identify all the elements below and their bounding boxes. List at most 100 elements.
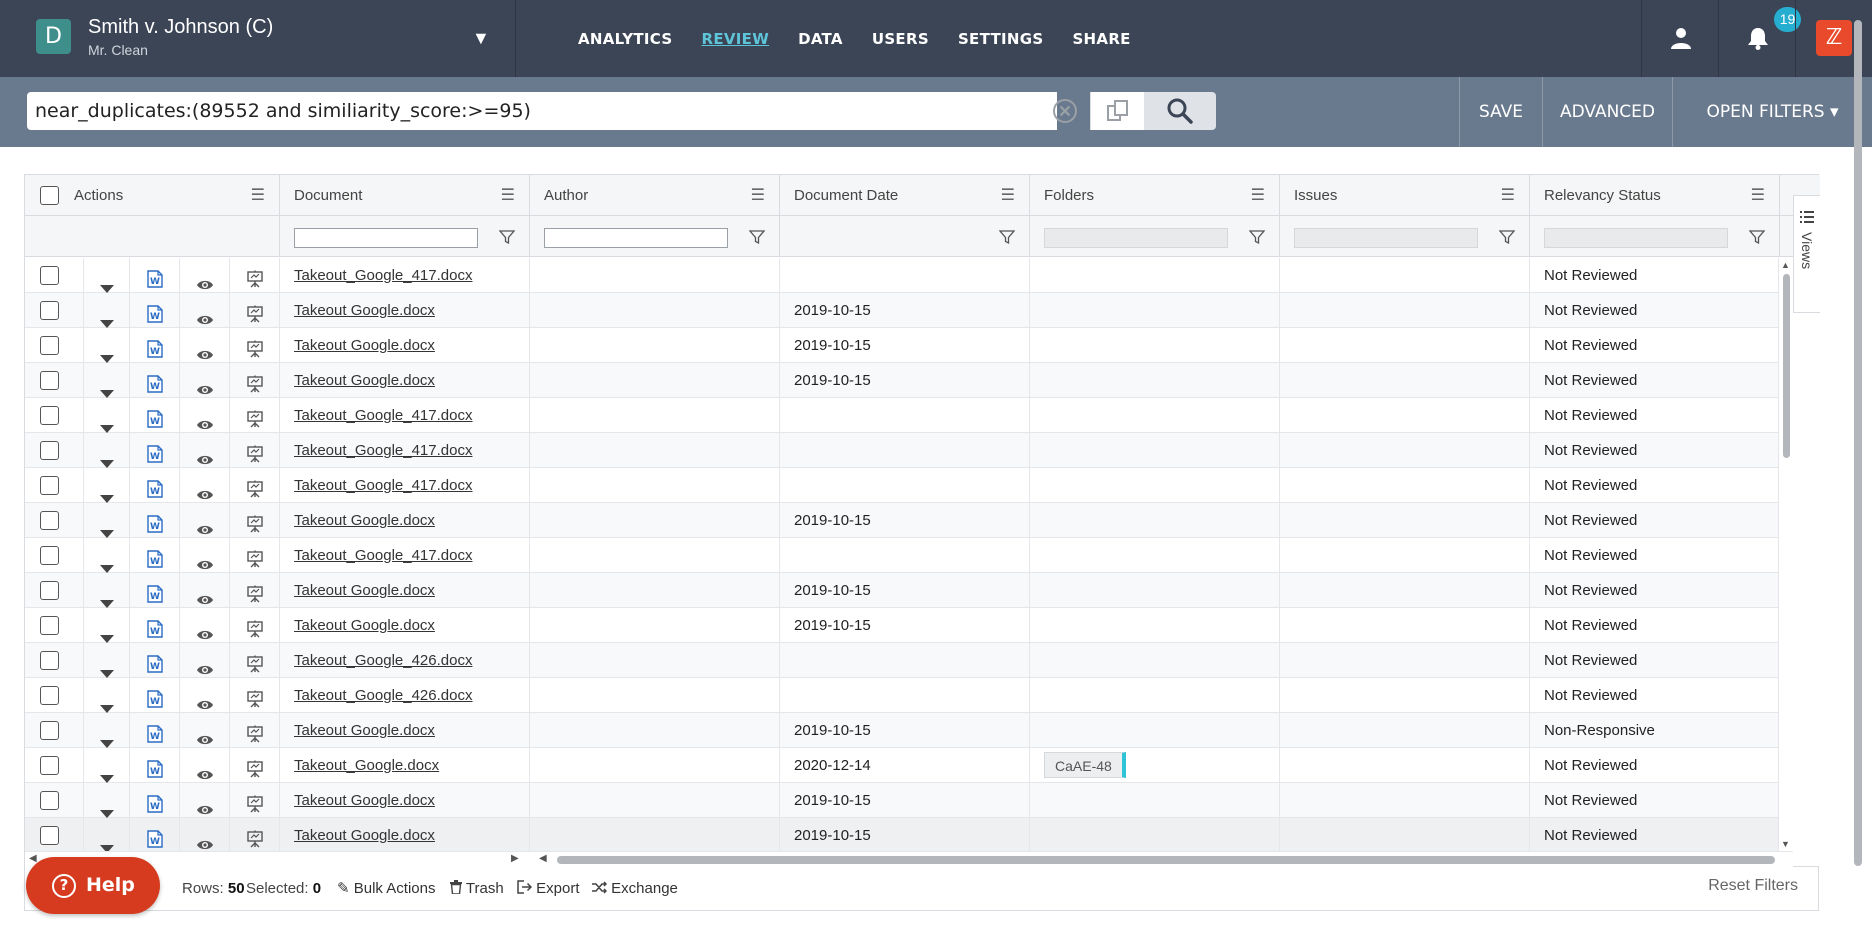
row-actions-dropdown[interactable] xyxy=(84,748,130,783)
present-document-button[interactable] xyxy=(230,258,280,293)
row-actions-dropdown[interactable] xyxy=(84,363,130,398)
column-menu-icon[interactable]: ☰ xyxy=(501,175,515,216)
document-link[interactable]: Takeout Google.docx xyxy=(294,372,435,389)
bulk-actions-button[interactable]: ✎ Bulk Actions xyxy=(337,867,435,911)
row-checkbox[interactable] xyxy=(40,301,59,320)
present-document-button[interactable] xyxy=(230,783,280,818)
document-link[interactable]: Takeout_Google_417.docx xyxy=(294,442,472,459)
nav-users[interactable]: USERS xyxy=(872,30,929,48)
document-link[interactable]: Takeout_Google_417.docx xyxy=(294,407,472,424)
help-button[interactable]: ? Help xyxy=(26,857,160,914)
copy-query-button[interactable] xyxy=(1090,92,1144,130)
row-actions-dropdown[interactable] xyxy=(84,328,130,363)
row-checkbox[interactable] xyxy=(40,651,59,670)
case-dropdown-caret-icon[interactable]: ▼ xyxy=(472,28,490,49)
trash-button[interactable]: Trash xyxy=(450,867,504,911)
table-row[interactable]: W Takeout_Google_417.docx Not Reviewed xyxy=(25,468,1779,503)
open-native-button[interactable]: W xyxy=(130,293,180,328)
present-document-button[interactable] xyxy=(230,643,280,678)
row-actions-dropdown[interactable] xyxy=(84,783,130,818)
row-checkbox[interactable] xyxy=(40,266,59,285)
scroll-left-icon[interactable]: ◀ xyxy=(539,853,547,864)
present-document-button[interactable] xyxy=(230,713,280,748)
present-document-button[interactable] xyxy=(230,328,280,363)
view-document-button[interactable] xyxy=(180,433,230,468)
table-row[interactable]: W Takeout Google.docx 2019-10-15 Not Review… xyxy=(25,573,1779,608)
row-checkbox[interactable] xyxy=(40,826,59,845)
view-document-button[interactable] xyxy=(180,678,230,713)
row-checkbox[interactable] xyxy=(40,511,59,530)
open-native-button[interactable]: W xyxy=(130,818,180,851)
view-document-button[interactable] xyxy=(180,643,230,678)
row-actions-dropdown[interactable] xyxy=(84,433,130,468)
document-column-header[interactable]: Document ☰ xyxy=(280,175,530,216)
views-panel-tab[interactable]: Views xyxy=(1793,195,1820,313)
row-checkbox[interactable] xyxy=(40,336,59,355)
table-row[interactable]: W Takeout Google.docx 2019-10-15 Not Review… xyxy=(25,503,1779,538)
view-document-button[interactable] xyxy=(180,608,230,643)
open-native-button[interactable]: W xyxy=(130,363,180,398)
open-native-button[interactable]: W xyxy=(130,678,180,713)
folder-tag[interactable]: CaAE-48 xyxy=(1044,752,1126,778)
view-document-button[interactable] xyxy=(180,398,230,433)
open-native-button[interactable]: W xyxy=(130,713,180,748)
case-selector[interactable]: D Smith v. Johnson (C) Mr. Clean ▼ xyxy=(0,0,516,77)
search-input[interactable]: near_duplicates:(89552 and similiarity_s… xyxy=(27,92,1057,130)
nav-review[interactable]: REVIEW xyxy=(701,30,769,48)
export-button[interactable]: Export xyxy=(517,867,580,911)
document-filter-input[interactable] xyxy=(294,228,478,248)
row-actions-dropdown[interactable] xyxy=(84,538,130,573)
column-menu-icon[interactable]: ☰ xyxy=(1001,175,1015,216)
document-link[interactable]: Takeout_Google_426.docx xyxy=(294,652,472,669)
advanced-search-button[interactable]: ADVANCED xyxy=(1542,77,1672,147)
user-profile-button[interactable] xyxy=(1641,0,1718,77)
table-row[interactable]: W Takeout_Google.docx 2020-12-14 CaAE-48 Not… xyxy=(25,748,1779,783)
document-link[interactable]: Takeout_Google_426.docx xyxy=(294,687,472,704)
open-native-button[interactable]: W xyxy=(130,258,180,293)
row-checkbox[interactable] xyxy=(40,581,59,600)
document-date-column-header[interactable]: Document Date ☰ xyxy=(780,175,1030,216)
folders-column-header[interactable]: Folders ☰ xyxy=(1030,175,1280,216)
row-checkbox[interactable] xyxy=(40,441,59,460)
page-scrollbar[interactable] xyxy=(1854,20,1862,866)
open-native-button[interactable]: W xyxy=(130,328,180,363)
open-native-button[interactable]: W xyxy=(130,643,180,678)
open-native-button[interactable]: W xyxy=(130,468,180,503)
column-menu-icon[interactable]: ☰ xyxy=(1501,175,1515,216)
open-native-button[interactable]: W xyxy=(130,608,180,643)
row-actions-dropdown[interactable] xyxy=(84,293,130,328)
issues-column-header[interactable]: Issues ☰ xyxy=(1280,175,1530,216)
author-column-header[interactable]: Author ☰ xyxy=(530,175,780,216)
row-actions-dropdown[interactable] xyxy=(84,678,130,713)
view-document-button[interactable] xyxy=(180,293,230,328)
table-row[interactable]: W Takeout_Google_426.docx Not Reviewed xyxy=(25,643,1779,678)
present-document-button[interactable] xyxy=(230,293,280,328)
open-native-button[interactable]: W xyxy=(130,748,180,783)
present-document-button[interactable] xyxy=(230,503,280,538)
view-document-button[interactable] xyxy=(180,538,230,573)
table-row[interactable]: W Takeout Google.docx 2019-10-15 Not Review… xyxy=(25,783,1779,818)
row-checkbox[interactable] xyxy=(40,756,59,775)
document-link[interactable]: Takeout Google.docx xyxy=(294,582,435,599)
column-menu-icon[interactable]: ☰ xyxy=(751,175,765,216)
view-document-button[interactable] xyxy=(180,363,230,398)
table-row[interactable]: W Takeout_Google_417.docx Not Reviewed xyxy=(25,258,1779,293)
document-link[interactable]: Takeout Google.docx xyxy=(294,792,435,809)
filter-icon[interactable] xyxy=(1749,229,1765,245)
document-link[interactable]: Takeout_Google.docx xyxy=(294,757,439,774)
column-menu-icon[interactable]: ☰ xyxy=(251,175,265,216)
present-document-button[interactable] xyxy=(230,468,280,503)
document-link[interactable]: Takeout_Google_417.docx xyxy=(294,267,472,284)
view-document-button[interactable] xyxy=(180,818,230,851)
present-document-button[interactable] xyxy=(230,538,280,573)
open-native-button[interactable]: W xyxy=(130,398,180,433)
table-row[interactable]: W Takeout_Google_417.docx Not Reviewed xyxy=(25,538,1779,573)
open-native-button[interactable]: W xyxy=(130,503,180,538)
horizontal-scroll-thumb[interactable] xyxy=(557,856,1775,864)
open-filters-button[interactable]: OPEN FILTERS ▾ xyxy=(1672,77,1872,147)
present-document-button[interactable] xyxy=(230,363,280,398)
present-document-button[interactable] xyxy=(230,818,280,851)
present-document-button[interactable] xyxy=(230,678,280,713)
scroll-up-icon[interactable]: ▲ xyxy=(1781,260,1790,270)
filter-icon[interactable] xyxy=(1499,229,1515,245)
